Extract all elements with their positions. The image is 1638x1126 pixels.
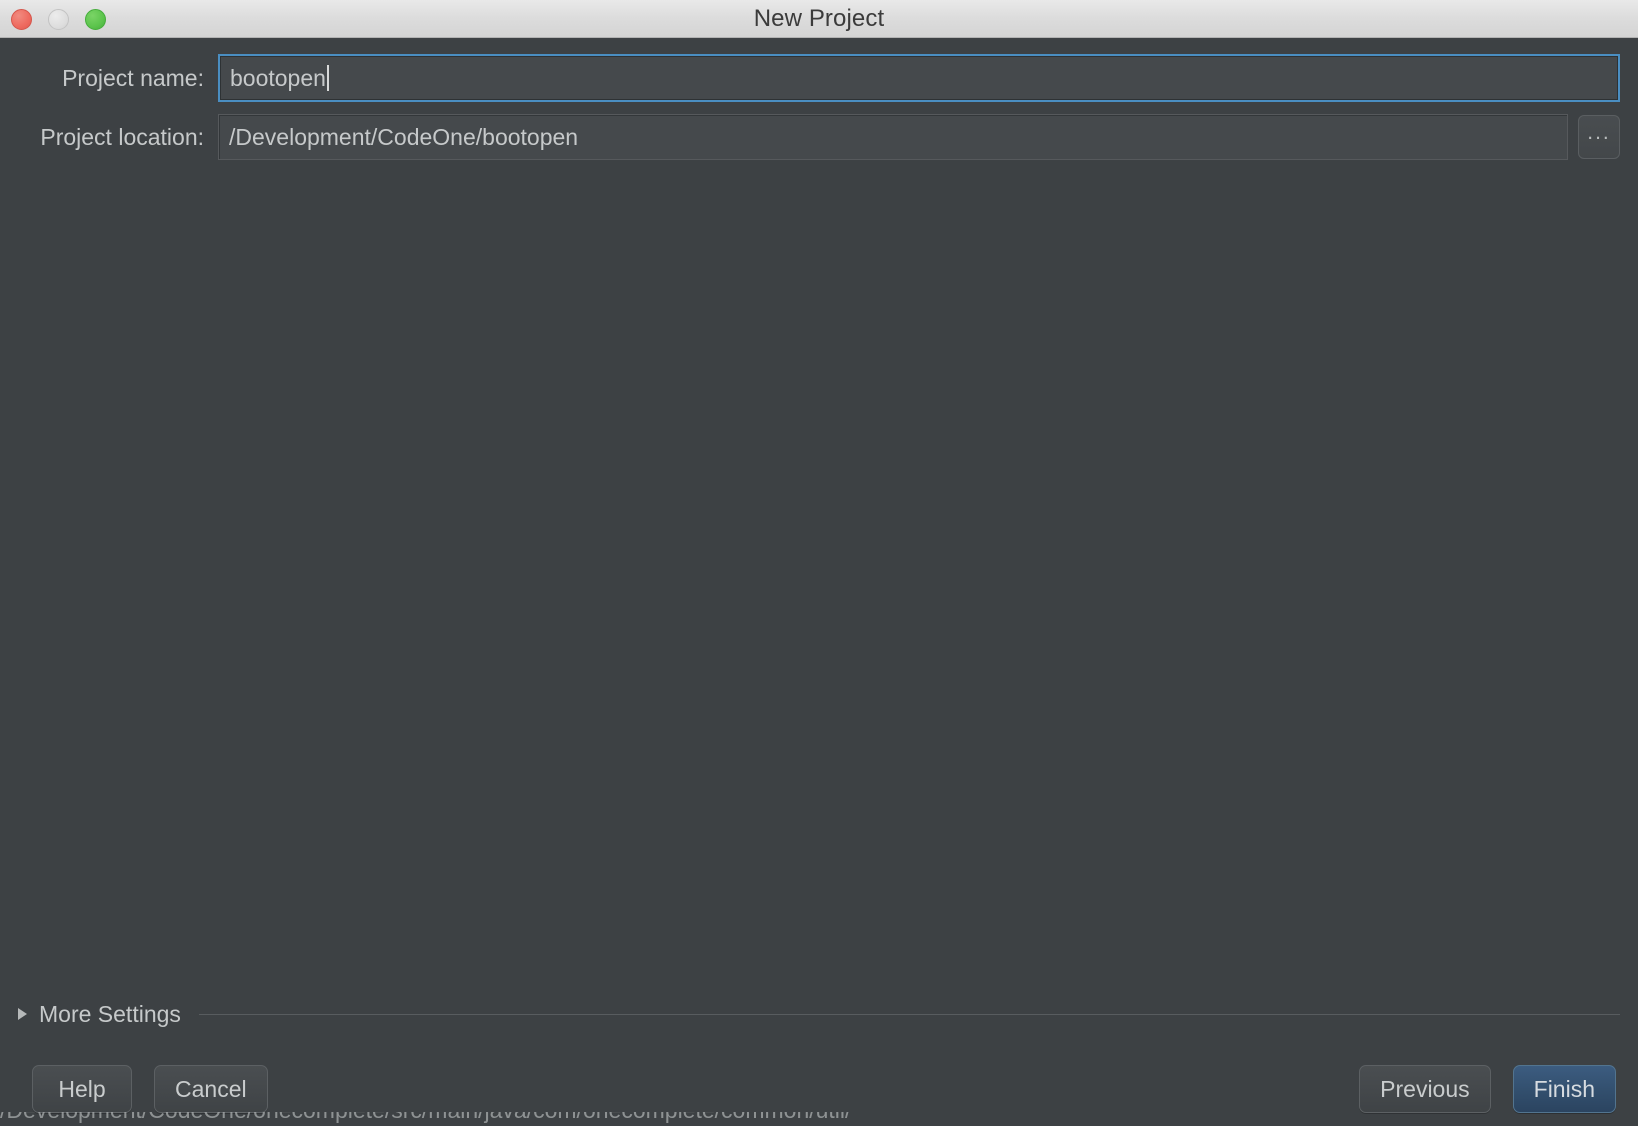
window-controls xyxy=(11,0,106,38)
project-location-input[interactable]: /Development/CodeOne/bootopen xyxy=(218,114,1568,160)
more-settings-label: More Settings xyxy=(39,1000,181,1027)
dialog-button-bar: Help Cancel Previous Finish xyxy=(0,1052,1638,1126)
more-settings-section[interactable]: More Settings xyxy=(0,994,1638,1034)
project-location-value: /Development/CodeOne/bootopen xyxy=(229,123,579,150)
cancel-button[interactable]: Cancel xyxy=(154,1065,268,1113)
project-name-value: bootopen xyxy=(230,64,326,91)
form-area: Project name: bootopen Project location:… xyxy=(0,38,1638,172)
project-name-input[interactable]: bootopen xyxy=(218,54,1620,102)
close-button-icon[interactable] xyxy=(11,8,32,30)
window-title: New Project xyxy=(753,4,885,32)
minimize-button-icon[interactable] xyxy=(48,8,69,30)
project-name-label: Project name: xyxy=(62,64,204,91)
finish-button[interactable]: Finish xyxy=(1512,1065,1616,1113)
browse-folder-button[interactable]: ... xyxy=(1578,115,1620,159)
chevron-right-icon[interactable] xyxy=(18,1008,27,1020)
section-divider xyxy=(198,1013,1620,1015)
help-button[interactable]: Help xyxy=(32,1065,132,1113)
project-location-row: Project location: /Development/CodeOne/b… xyxy=(18,114,1620,160)
previous-button[interactable]: Previous xyxy=(1359,1065,1491,1113)
title-bar: New Project xyxy=(0,0,1638,38)
project-name-row: Project name: bootopen xyxy=(18,54,1620,102)
project-location-label: Project location: xyxy=(40,123,204,150)
empty-content-area xyxy=(0,172,1638,994)
new-project-dialog: New Project Project name: bootopen Proje… xyxy=(0,0,1638,1126)
zoom-button-icon[interactable] xyxy=(85,8,106,30)
dialog-body: Project name: bootopen Project location:… xyxy=(0,38,1638,1126)
text-caret xyxy=(326,65,329,91)
